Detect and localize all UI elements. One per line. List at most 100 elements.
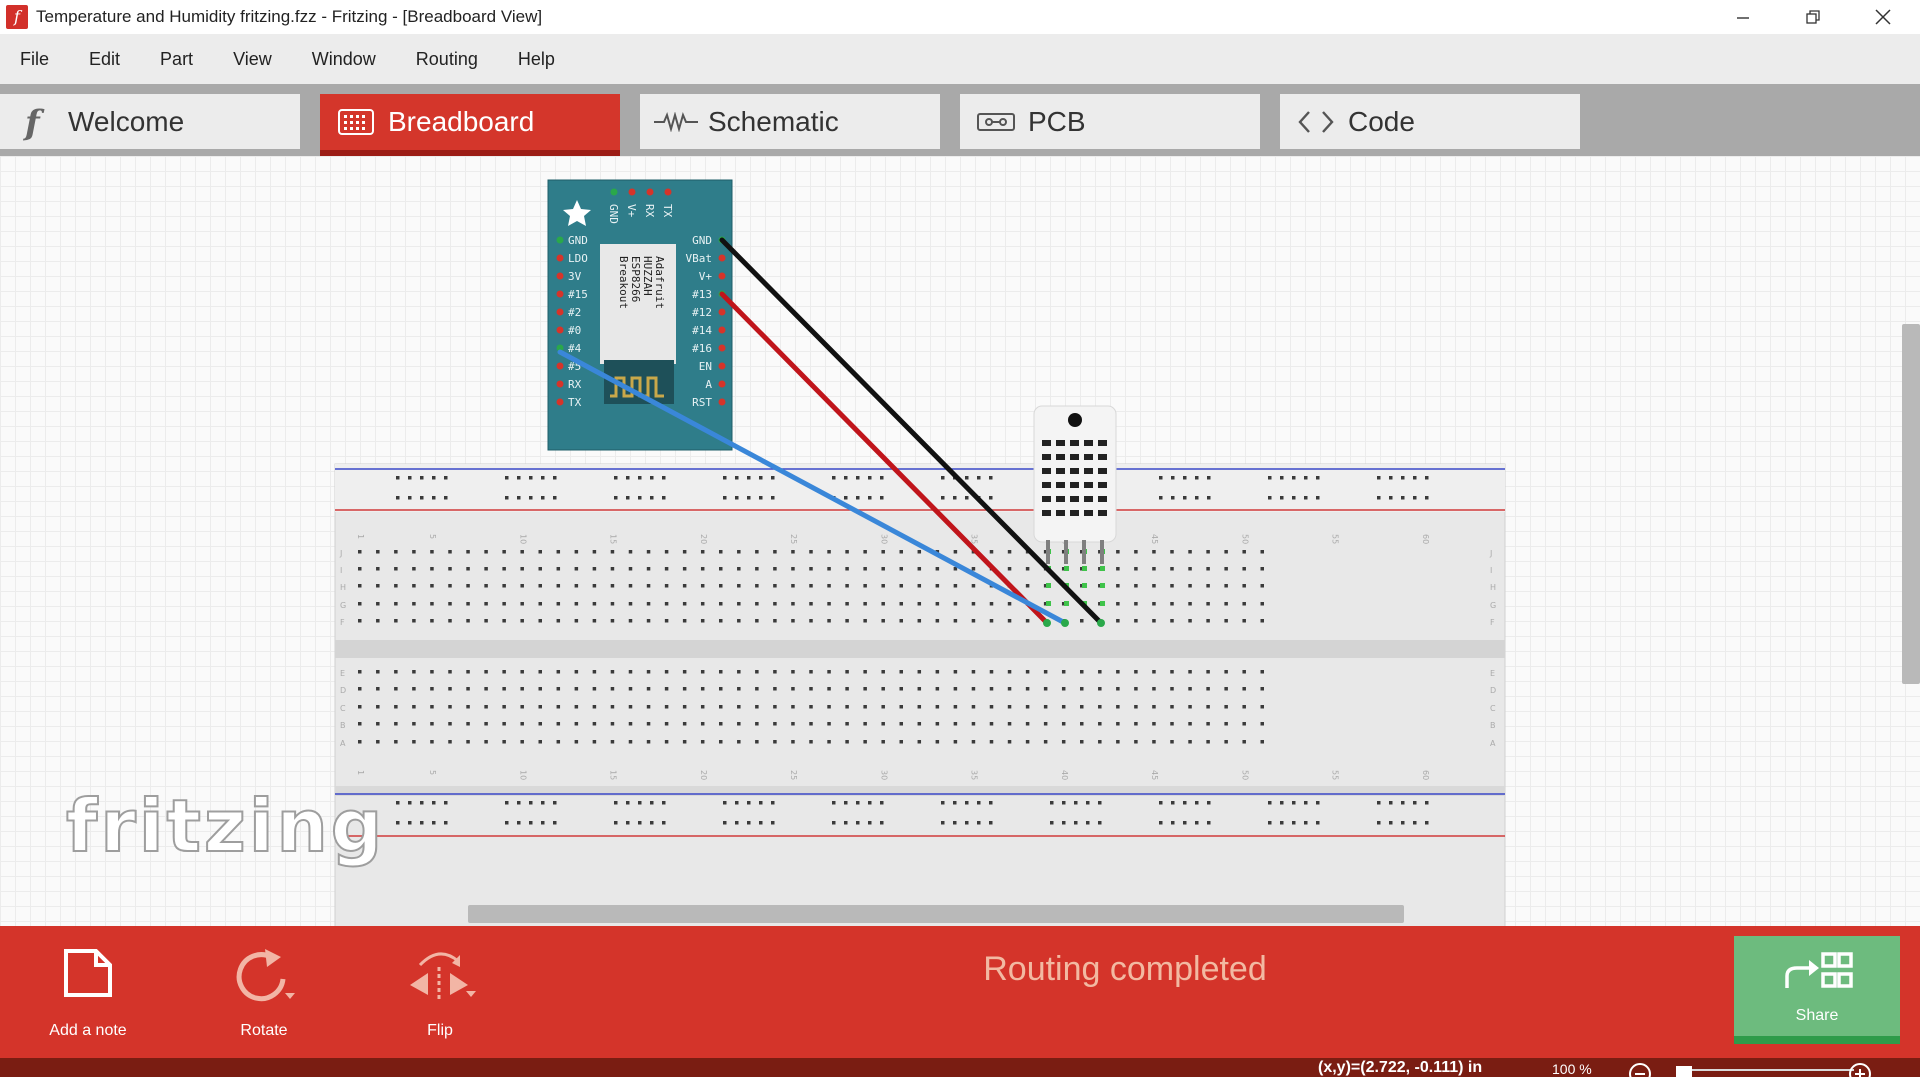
rail-hole[interactable]: [1183, 496, 1187, 500]
breadboard-hole[interactable]: [971, 740, 976, 744]
breadboard-hole[interactable]: [700, 705, 705, 709]
breadboard-hole[interactable]: [1134, 670, 1138, 674]
breadboard-hole[interactable]: [1224, 722, 1228, 726]
breadboard-hole[interactable]: [448, 722, 452, 726]
breadboard-hole[interactable]: [1242, 550, 1246, 554]
rail-hole[interactable]: [771, 821, 775, 825]
breadboard-hole[interactable]: [1170, 567, 1174, 571]
breadboard-hole[interactable]: [538, 619, 543, 623]
breadboard-hole[interactable]: [971, 567, 976, 571]
rail-hole[interactable]: [662, 801, 666, 805]
breadboard-hole[interactable]: [1134, 567, 1138, 571]
breadboard-hole[interactable]: [1116, 567, 1120, 571]
esp8266-breakout-board[interactable]: AdafruitHUZZAHESP8266Breakout GND V+ RX TXG…: [547, 179, 733, 451]
breadboard-hole[interactable]: [394, 705, 398, 709]
breadboard-hole[interactable]: [682, 584, 687, 588]
rail-hole[interactable]: [1280, 821, 1284, 825]
rail-hole[interactable]: [1304, 821, 1308, 825]
rail-hole[interactable]: [747, 821, 751, 825]
breadboard-hole[interactable]: [574, 567, 579, 571]
breadboard-hole[interactable]: [682, 550, 687, 554]
breadboard-hole[interactable]: [628, 670, 633, 674]
breadboard-hole[interactable]: [791, 584, 795, 588]
breadboard-hole[interactable]: [1116, 705, 1120, 709]
header-pin[interactable]: [718, 326, 726, 334]
breadboard-hole[interactable]: [700, 687, 705, 691]
breadboard-hole[interactable]: [520, 550, 524, 554]
breadboard-hole[interactable]: [520, 619, 524, 623]
rail-hole[interactable]: [759, 496, 763, 500]
rail-hole[interactable]: [1171, 476, 1175, 480]
breadboard-hole[interactable]: [1152, 687, 1156, 691]
rail-hole[interactable]: [880, 476, 884, 480]
breadboard-hole[interactable]: [1152, 584, 1156, 588]
rail-hole[interactable]: [1292, 801, 1296, 805]
breadboard-hole[interactable]: [646, 687, 651, 691]
breadboard-hole[interactable]: [574, 740, 579, 744]
breadboard-hole[interactable]: [700, 584, 705, 588]
rail-hole[interactable]: [989, 496, 993, 500]
tab-schematic[interactable]: Schematic: [640, 94, 940, 149]
breadboard-hole[interactable]: [773, 584, 777, 588]
breadboard-hole[interactable]: [664, 670, 669, 674]
breadboard-hole[interactable]: [1224, 567, 1228, 571]
tab-pcb[interactable]: PCB: [960, 94, 1260, 149]
rail-hole[interactable]: [1183, 821, 1187, 825]
breadboard-hole[interactable]: [899, 670, 904, 674]
breadboard-hole[interactable]: [1025, 567, 1030, 571]
breadboard-hole[interactable]: [700, 567, 705, 571]
menu-help[interactable]: Help: [498, 34, 575, 84]
breadboard-hole[interactable]: [664, 619, 669, 623]
breadboard-hole[interactable]: [448, 550, 452, 554]
breadboard-hole[interactable]: [484, 619, 488, 623]
breadboard-hole[interactable]: [646, 584, 651, 588]
rail-hole[interactable]: [832, 476, 836, 480]
breadboard-hole[interactable]: [1260, 602, 1265, 606]
rail-hole[interactable]: [408, 821, 412, 825]
breadboard-hole[interactable]: [1170, 619, 1174, 623]
breadboard-hole[interactable]: [430, 670, 434, 674]
breadboard-hole[interactable]: [430, 550, 434, 554]
rail-hole[interactable]: [529, 801, 533, 805]
breadboard-hole[interactable]: [466, 670, 470, 674]
breadboard-hole[interactable]: [737, 619, 741, 623]
breadboard-hole[interactable]: [1224, 687, 1228, 691]
breadboard-hole[interactable]: [1134, 584, 1138, 588]
breadboard-hole[interactable]: [1170, 687, 1174, 691]
rail-hole[interactable]: [880, 496, 884, 500]
rail-hole[interactable]: [723, 496, 727, 500]
breadboard-hole[interactable]: [809, 602, 813, 606]
breadboard-hole[interactable]: [899, 722, 904, 726]
breadboard-hole[interactable]: [502, 722, 506, 726]
breadboard-hole[interactable]: [791, 722, 795, 726]
breadboard-hole[interactable]: [502, 550, 506, 554]
breadboard-hole[interactable]: [971, 584, 976, 588]
breadboard-hole[interactable]: [484, 687, 488, 691]
rail-hole[interactable]: [553, 476, 557, 480]
breadboard-hole[interactable]: [809, 550, 813, 554]
breadboard-hole[interactable]: [1152, 602, 1156, 606]
rail-hole[interactable]: [1268, 476, 1272, 480]
rail-hole[interactable]: [771, 496, 775, 500]
breadboard-hole[interactable]: [1188, 619, 1192, 623]
menu-view[interactable]: View: [213, 34, 292, 84]
header-pin[interactable]: [718, 362, 726, 370]
rail-hole[interactable]: [856, 801, 860, 805]
rail-hole[interactable]: [541, 821, 545, 825]
breadboard-hole[interactable]: [935, 687, 940, 691]
rail-hole[interactable]: [989, 801, 993, 805]
rail-hole[interactable]: [650, 476, 654, 480]
breadboard-hole[interactable]: [737, 740, 741, 744]
breadboard-hole[interactable]: [1116, 722, 1120, 726]
rail-hole[interactable]: [1425, 496, 1429, 500]
breadboard-hole[interactable]: [466, 567, 470, 571]
breadboard-hole[interactable]: [719, 584, 723, 588]
breadboard-hole[interactable]: [646, 550, 651, 554]
rail-hole[interactable]: [953, 496, 957, 500]
breadboard-hole[interactable]: [1206, 584, 1210, 588]
rail-hole[interactable]: [1183, 801, 1187, 805]
breadboard-hole[interactable]: [845, 550, 849, 554]
breadboard-hole[interactable]: [502, 602, 506, 606]
breadboard-hole[interactable]: [484, 705, 488, 709]
breadboard-hole[interactable]: [394, 722, 398, 726]
